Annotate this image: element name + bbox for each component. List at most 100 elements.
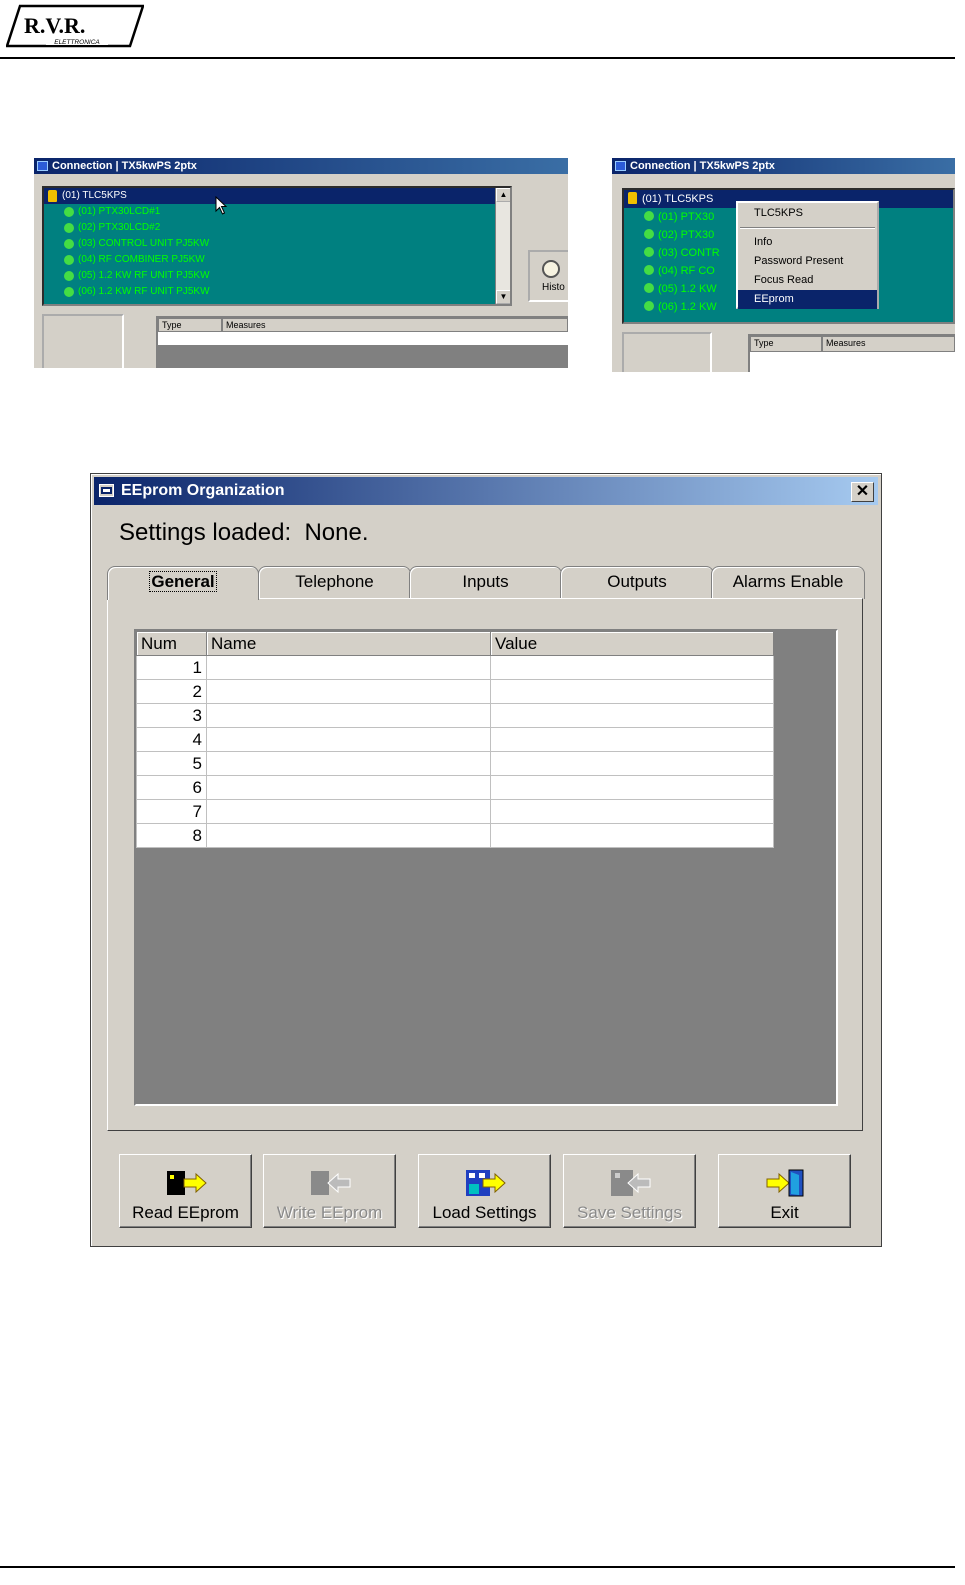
row-num-cell[interactable]: 4 [136, 727, 207, 752]
table-row[interactable]: 7 [136, 799, 774, 824]
row-num-cell[interactable]: 2 [136, 679, 207, 704]
write-eeprom-icon [310, 1171, 350, 1195]
tree-item-label: (03) CONTR [658, 247, 720, 259]
row-name-cell[interactable] [206, 751, 491, 776]
write-eeprom-button[interactable]: Write EEprom [263, 1154, 396, 1228]
table-row[interactable]: 8 [136, 823, 774, 848]
table-row[interactable]: 6 [136, 775, 774, 800]
grid-header-row: Num Name Value [136, 631, 774, 656]
dialog-titlebar: EEprom Organization ✕ [94, 477, 878, 505]
row-name-cell[interactable] [206, 799, 491, 824]
exit-button[interactable]: Exit [718, 1154, 851, 1228]
device-tree[interactable]: (01) TLC5KPS (01) PTX30LCD#1 (02) PTX30LCD… [42, 186, 512, 306]
column-num[interactable]: Num [136, 631, 207, 656]
connection-window-context-screenshot: Connection | TX5kwPS 2ptx (01) TLC5KPS (0… [612, 158, 955, 372]
row-value-cell[interactable] [490, 727, 774, 752]
context-menu-item-focus-read[interactable]: Focus Read [738, 271, 877, 290]
context-menu-item-eeprom[interactable]: EEprom [738, 290, 877, 309]
table-row[interactable]: 2 [136, 679, 774, 704]
tab-label: General [149, 571, 217, 592]
read-eeprom-button[interactable]: Read EEprom [119, 1154, 252, 1228]
settings-loaded-label: Settings loaded: None. [119, 519, 369, 546]
context-menu-header: TLC5KPS [754, 207, 803, 219]
row-num-cell[interactable]: 3 [136, 703, 207, 728]
connection-window-screenshot: Connection | TX5kwPS 2ptx (01) TLC5KPS (0… [34, 158, 568, 368]
status-panel [42, 314, 124, 368]
module-status-icon [64, 239, 74, 249]
tab-label: Outputs [607, 572, 667, 591]
row-num-cell[interactable]: 6 [136, 775, 207, 800]
context-menu[interactable]: TLC5KPS Info Password Present Focus Read EE… [736, 201, 879, 309]
row-value-cell[interactable] [490, 751, 774, 776]
load-settings-icon [465, 1170, 506, 1196]
button-label: Read EEprom [132, 1203, 239, 1222]
settings-grid[interactable]: Num Name Value 12345678 [136, 631, 774, 848]
tab-telephone[interactable]: Telephone [258, 566, 411, 599]
row-num-cell[interactable]: 1 [136, 655, 207, 680]
table-row[interactable]: 5 [136, 751, 774, 776]
row-value-cell[interactable] [490, 655, 774, 680]
history-label: Histo [542, 282, 565, 293]
scroll-up-button[interactable]: ▲ [496, 188, 510, 202]
column-value[interactable]: Value [490, 631, 774, 656]
history-button[interactable]: Histo [528, 250, 568, 302]
tree-item-label: (01) PTX30 [658, 211, 715, 223]
dialog-title: EEprom Organization [121, 482, 285, 499]
footer-rule [0, 1566, 955, 1568]
module-status-icon [644, 211, 654, 221]
module-status-icon [64, 271, 74, 281]
row-name-cell[interactable] [206, 775, 491, 800]
tree-item[interactable]: (05) 1.2 KW RF UNIT PJ5KW [44, 268, 510, 284]
row-value-cell[interactable] [490, 679, 774, 704]
module-status-icon [64, 223, 74, 233]
save-settings-icon [610, 1170, 650, 1196]
tree-item[interactable]: (03) CONTROL UNIT PJ5KW [44, 236, 510, 252]
row-value-cell[interactable] [490, 799, 774, 824]
tree-item[interactable]: (04) RF COMBINER PJ5KW [44, 252, 510, 268]
row-num-cell[interactable]: 5 [136, 751, 207, 776]
scroll-down-button[interactable]: ▼ [496, 290, 510, 304]
tree-item[interactable]: (06) 1.2 KW RF UNIT PJ5KW [44, 284, 510, 300]
settings-grid-area: Num Name Value 12345678 [134, 629, 838, 1106]
exit-door-icon [766, 1169, 803, 1197]
connection-window-titlebar-2: Connection | TX5kwPS 2ptx [612, 158, 955, 174]
tree-item-label: (06) 1.2 KW RF UNIT PJ5KW [78, 286, 210, 297]
row-value-cell[interactable] [490, 775, 774, 800]
button-label: Load Settings [432, 1203, 537, 1222]
tree-item[interactable]: (01) PTX30LCD#1 [44, 204, 510, 220]
connection-window-titlebar: Connection | TX5kwPS 2ptx [34, 158, 568, 174]
row-num-cell[interactable]: 8 [136, 823, 207, 848]
row-name-cell[interactable] [206, 679, 491, 704]
tree-root[interactable]: (01) TLC5KPS [44, 188, 510, 204]
tab-outputs[interactable]: Outputs [560, 566, 714, 599]
tab-inputs[interactable]: Inputs [409, 566, 562, 599]
tab-label: Inputs [462, 572, 509, 591]
module-status-icon [644, 247, 654, 257]
window-icon [37, 161, 48, 171]
tab-general[interactable]: General [107, 566, 259, 600]
button-label: Save Settings [577, 1203, 682, 1222]
tab-alarms-enable[interactable]: Alarms Enable [711, 566, 865, 599]
tree-item[interactable]: (02) PTX30LCD#2 [44, 220, 510, 236]
row-name-cell[interactable] [206, 703, 491, 728]
row-name-cell[interactable] [206, 655, 491, 680]
row-num-cell[interactable]: 7 [136, 799, 207, 824]
save-settings-button[interactable]: Save Settings [563, 1154, 696, 1228]
row-value-cell[interactable] [490, 823, 774, 848]
svg-text:ELETTRONICA: ELETTRONICA [54, 39, 100, 46]
column-name[interactable]: Name [206, 631, 491, 656]
load-settings-button[interactable]: Load Settings [418, 1154, 551, 1228]
row-value-cell[interactable] [490, 703, 774, 728]
table-row[interactable]: 4 [136, 727, 774, 752]
row-name-cell[interactable] [206, 823, 491, 848]
row-name-cell[interactable] [206, 727, 491, 752]
tree-item-label: (05) 1.2 KW [658, 283, 717, 295]
tree-item-label: (04) RF COMBINER PJ5KW [78, 254, 205, 265]
context-menu-item-password-present[interactable]: Password Present [738, 252, 877, 271]
table-row[interactable]: 1 [136, 655, 774, 680]
tree-item-label: (03) CONTROL UNIT PJ5KW [78, 238, 210, 249]
table-row[interactable]: 3 [136, 703, 774, 728]
tree-scrollbar[interactable]: ▲ ▼ [495, 188, 510, 304]
close-button[interactable]: ✕ [851, 482, 874, 502]
context-menu-item-info[interactable]: Info [738, 233, 877, 252]
